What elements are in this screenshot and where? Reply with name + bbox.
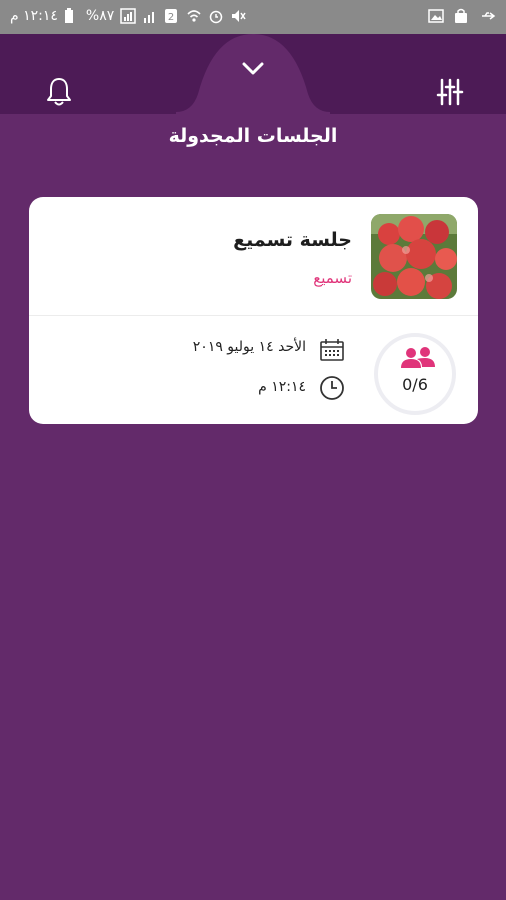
session-time: ١٢:١٤ م — [258, 379, 306, 395]
session-type: تسميع — [313, 269, 352, 287]
mute-icon — [230, 8, 246, 24]
filter-sliders-icon[interactable] — [434, 77, 466, 107]
capacity-badge: 0/6 — [374, 333, 456, 415]
session-name: جلسة تسميع — [233, 229, 352, 251]
capacity-count: 0/6 — [402, 375, 428, 394]
signal-icon — [142, 8, 158, 24]
bag-icon — [454, 8, 470, 24]
image-icon — [428, 8, 444, 24]
status-bar-right — [428, 8, 496, 24]
svg-text:2: 2 — [168, 12, 174, 23]
sim-icon: 2 — [164, 8, 180, 24]
session-thumbnail — [371, 214, 457, 299]
status-bar: ١٢:١٤ م %٨٧ 2 — [0, 0, 506, 34]
signal-icon — [120, 8, 137, 24]
session-date: الأحد ١٤ يوليو ٢٠١٩ — [192, 339, 306, 355]
alarm-icon — [208, 8, 224, 24]
status-time: ١٢:١٤ م — [10, 8, 58, 24]
session-card[interactable]: جلسة تسميع تسميع الأحد ١٤ يوليو ٢٠١٩ ١٢:… — [29, 197, 478, 424]
card-divider — [29, 315, 478, 316]
calendar-icon — [320, 339, 344, 361]
people-icon — [401, 347, 435, 368]
status-bar-left: ١٢:١٤ م %٨٧ 2 — [10, 8, 246, 24]
clock-icon — [320, 376, 344, 400]
bell-icon[interactable] — [44, 76, 74, 108]
usb-icon — [480, 8, 496, 24]
battery-percent: %٨٧ — [85, 8, 115, 24]
chevron-down-icon[interactable] — [239, 57, 267, 81]
wifi-icon — [186, 8, 202, 24]
page-title: الجلسات المجدولة — [168, 125, 338, 147]
battery-icon — [64, 8, 80, 24]
